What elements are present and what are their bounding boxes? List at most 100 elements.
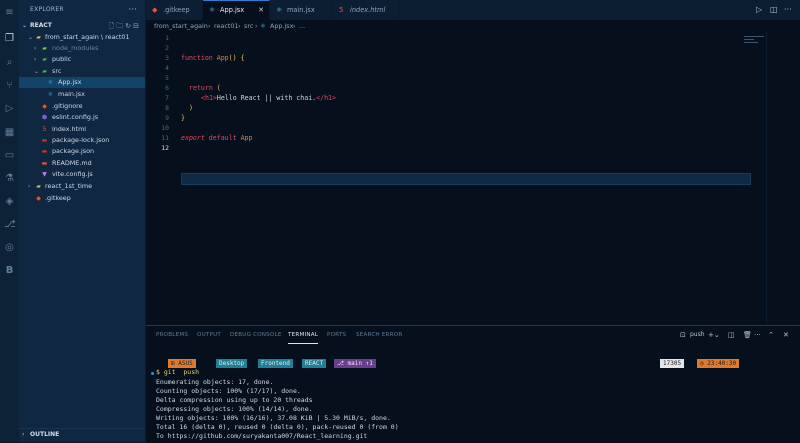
files-icon[interactable]: ❐ bbox=[4, 33, 15, 44]
tab-terminal[interactable]: TERMINAL bbox=[288, 326, 319, 344]
editor-tab-bar: ◆ .gitkeep ⚛ App.jsx ✕ ⚛ main.jsx 5 inde… bbox=[146, 0, 800, 21]
public-folder-icon: ▰ bbox=[42, 56, 47, 63]
breadcrumb-item[interactable]: App.jsx bbox=[270, 20, 293, 32]
new-folder-icon[interactable]: 🗀 bbox=[116, 22, 125, 30]
tree-item-vite-config[interactable]: ▼ vite.config.js bbox=[19, 169, 145, 180]
split-terminal-icon[interactable]: ◫ bbox=[728, 326, 735, 344]
activity-bar: ≡ ❐ ⌕ ⑂ ▷ ▦ ▭ ⚗ ◈ ⎇ ◎ B bbox=[0, 0, 19, 442]
terminal-shell-label[interactable]: push bbox=[690, 326, 705, 344]
explorer-actions[interactable]: 🗋🗀↻⊟ bbox=[109, 20, 141, 32]
tree-item-react01[interactable]: ⌄ ▰ from_start_again \ react01 bbox=[19, 32, 145, 43]
code-editor[interactable]: 1 2 3 4 5 6 7 8 9 10 11 12 function App(… bbox=[146, 32, 800, 325]
b-extension-icon[interactable]: B bbox=[4, 265, 15, 276]
more-actions-icon[interactable]: ··· bbox=[128, 0, 137, 20]
tab-output[interactable]: OUTPUT bbox=[197, 326, 221, 344]
tree-item-label: index.html bbox=[52, 125, 87, 133]
breadcrumb-item[interactable]: react01 bbox=[214, 20, 239, 32]
testing-icon[interactable]: ⚗ bbox=[4, 173, 15, 184]
eslint-icon: ⬢ bbox=[41, 114, 48, 121]
tree-item-package-json[interactable]: ▬ package.json bbox=[19, 146, 145, 157]
tab-search-error[interactable]: SEARCH ERROR bbox=[356, 326, 402, 344]
tree-item-index-html[interactable]: 5 index.html bbox=[19, 124, 145, 135]
split-editor-icon[interactable]: ◫ bbox=[770, 0, 778, 20]
node-folder-icon: ▰ bbox=[42, 45, 47, 52]
html-icon: 5 bbox=[42, 126, 47, 133]
tree-item-readme[interactable]: ▬ README.md bbox=[19, 158, 145, 169]
tab-index-html[interactable]: 5 index.html bbox=[333, 0, 400, 20]
remote-icon[interactable]: ▭ bbox=[4, 150, 15, 161]
menu-icon[interactable]: ≡ bbox=[4, 7, 15, 18]
prompt-path-segment: Desktop bbox=[216, 359, 248, 368]
outline-section[interactable]: › OUTLINE bbox=[19, 428, 145, 441]
tree-item-label: public bbox=[52, 55, 72, 63]
tab-label: index.html bbox=[350, 6, 386, 14]
git-graph-icon[interactable]: ⎇ bbox=[4, 219, 16, 230]
search-icon[interactable]: ⌕ bbox=[4, 57, 15, 68]
maximize-panel-icon[interactable]: ⌃ bbox=[768, 326, 774, 344]
minimap-line bbox=[744, 39, 754, 40]
tree-item-main-jsx[interactable]: ⚛ main.jsx bbox=[19, 89, 145, 100]
code-line-6: return ( bbox=[189, 84, 221, 92]
current-line-highlight bbox=[181, 173, 751, 185]
tree-item-src[interactable]: ⌄ ▰ src bbox=[19, 66, 145, 77]
tree-item-eslint[interactable]: ⬢ eslint.config.js bbox=[19, 112, 145, 123]
code-token: export bbox=[181, 134, 209, 142]
breadcrumb-item[interactable]: ... bbox=[299, 20, 305, 32]
breadcrumb-item[interactable]: src bbox=[244, 20, 253, 32]
tab-ports[interactable]: PORTS bbox=[327, 326, 346, 344]
react-icon: ⚛ bbox=[260, 22, 266, 30]
close-panel-icon[interactable]: ✕ bbox=[783, 326, 789, 344]
refresh-icon[interactable]: ↻ bbox=[125, 22, 133, 30]
tree-item-gitignore[interactable]: ◆ .gitignore bbox=[19, 101, 145, 112]
folder-icon: ▰ bbox=[36, 183, 41, 190]
chevron-right-icon: › bbox=[22, 431, 25, 438]
tab-debug-console[interactable]: DEBUG CONSOLE bbox=[230, 326, 282, 344]
prompt-segment-text: ASUS bbox=[178, 360, 193, 367]
react-icon: ⚛ bbox=[276, 6, 283, 14]
line-number: 6 bbox=[165, 84, 169, 92]
tree-item-label: src bbox=[52, 67, 62, 75]
tree-item-label: react_1st_time bbox=[45, 182, 93, 190]
line-number: 4 bbox=[165, 64, 169, 72]
tree-item-gitkeep[interactable]: ◆ .gitkeep bbox=[19, 193, 145, 204]
run-icon[interactable]: ▷ bbox=[756, 0, 762, 20]
line-number: 8 bbox=[165, 104, 169, 112]
more-actions-icon[interactable]: ··· bbox=[754, 326, 761, 344]
collapse-icon[interactable]: ⊟ bbox=[133, 22, 141, 30]
folder-open-icon: ▰ bbox=[36, 34, 41, 41]
source-control-icon[interactable]: ⑂ bbox=[4, 80, 15, 91]
new-terminal-icon[interactable]: +⌄ bbox=[708, 326, 720, 344]
editor-scrollbar[interactable] bbox=[766, 32, 767, 325]
tree-item-react-1st-time[interactable]: › ▰ react_1st_time bbox=[19, 181, 145, 192]
line-number: 9 bbox=[165, 114, 169, 122]
code-token: Hello React || with chai. bbox=[216, 94, 317, 102]
more-actions-icon[interactable]: ··· bbox=[784, 0, 792, 20]
tree-item-public[interactable]: › ▰ public bbox=[19, 54, 145, 65]
code-token: function bbox=[181, 54, 217, 62]
line-number: 1 bbox=[165, 34, 169, 42]
npm-icon: ▬ bbox=[41, 148, 48, 155]
terminal-line: Delta compression using up to 20 threads bbox=[156, 396, 313, 404]
breadcrumb-item[interactable]: from_start_again bbox=[154, 20, 208, 32]
trash-icon[interactable]: 🗑 bbox=[743, 326, 752, 344]
extensions-icon[interactable]: ▦ bbox=[4, 127, 15, 138]
chevron-right-icon: › bbox=[208, 22, 211, 30]
tree-item-label: README.md bbox=[52, 159, 92, 167]
database-icon[interactable]: ◎ bbox=[4, 242, 15, 253]
run-debug-icon[interactable]: ▷ bbox=[4, 103, 15, 114]
markdown-icon: ▬ bbox=[41, 160, 48, 167]
tree-item-app-jsx[interactable]: ⚛ App.jsx bbox=[19, 77, 145, 88]
tab-problems[interactable]: PROBLEMS bbox=[156, 326, 188, 344]
tab-gitkeep[interactable]: ◆ .gitkeep bbox=[146, 0, 203, 20]
tab-app-jsx[interactable]: ⚛ App.jsx ✕ bbox=[203, 0, 270, 20]
code-token: } bbox=[181, 114, 185, 122]
tree-item-node-modules[interactable]: › ▰ node_modules bbox=[19, 43, 145, 54]
tree-item-package-lock[interactable]: ▬ package-lock.json bbox=[19, 135, 145, 146]
tree-item-label: eslint.config.js bbox=[52, 113, 99, 121]
docker-icon[interactable]: ◈ bbox=[4, 196, 15, 207]
terminal-line: To https://github.com/suryakanta007/Reac… bbox=[156, 432, 368, 440]
prompt-os-segment: ⊞ ASUS bbox=[168, 359, 196, 368]
tab-main-jsx[interactable]: ⚛ main.jsx bbox=[270, 0, 333, 20]
close-icon[interactable]: ✕ bbox=[258, 1, 264, 20]
workspace-section[interactable]: ⌄ REACT 🗋🗀↻⊟ bbox=[19, 20, 145, 32]
